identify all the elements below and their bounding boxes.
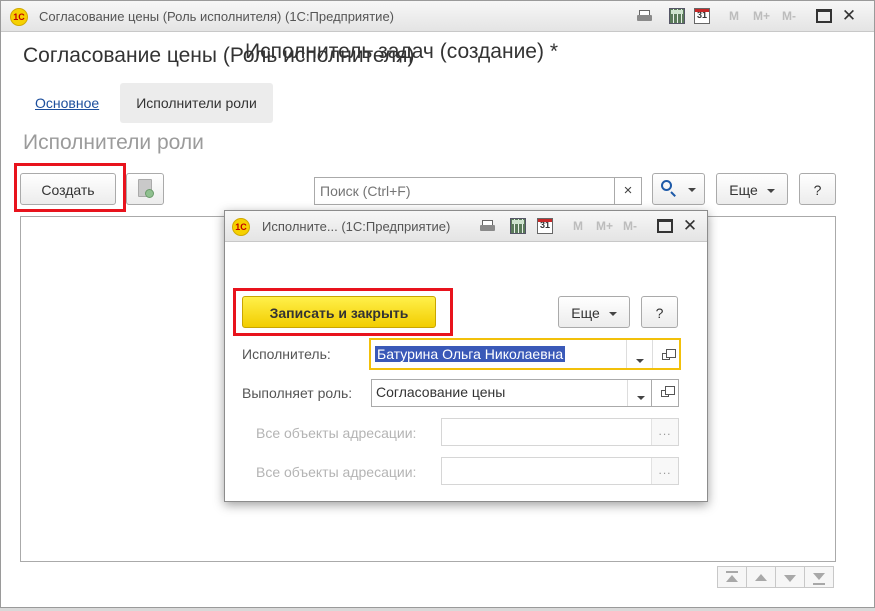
- search-clear-button[interactable]: ×: [614, 177, 642, 205]
- 1c-logo-icon: 1С: [10, 8, 28, 26]
- memory-minus-button[interactable]: M-: [623, 219, 637, 233]
- dialog-more-label: Еще: [571, 305, 600, 321]
- print-icon[interactable]: [480, 218, 496, 234]
- move-last-icon: [813, 573, 825, 580]
- chevron-down-icon: [635, 359, 644, 364]
- addressing-objects-field-2: ...: [441, 457, 679, 485]
- window-title: Согласование цены (Роль исполнителя) (1С…: [39, 9, 394, 24]
- calculator-icon[interactable]: [669, 8, 685, 24]
- move-up-button[interactable]: [746, 566, 776, 588]
- tab-role-performers[interactable]: Исполнители роли: [120, 83, 273, 123]
- move-first-icon: [726, 571, 738, 573]
- addressing-objects-label-2: Все объекты адресации:: [256, 464, 417, 480]
- role-open-button[interactable]: [651, 379, 679, 407]
- tab-main[interactable]: Основное: [35, 95, 99, 111]
- open-icon: [661, 386, 675, 397]
- move-first-button[interactable]: [717, 566, 747, 588]
- move-down-icon: [784, 575, 796, 582]
- copy-icon: [138, 179, 154, 198]
- search-icon: [661, 180, 672, 191]
- move-down-button[interactable]: [775, 566, 805, 588]
- maximize-icon[interactable]: [816, 9, 832, 23]
- memory-minus-button[interactable]: M-: [782, 9, 796, 23]
- memory-plus-button[interactable]: M+: [596, 219, 613, 233]
- role-label: Выполняет роль:: [242, 385, 353, 401]
- close-icon[interactable]: ✕: [841, 7, 857, 24]
- role-dropdown-button[interactable]: [627, 380, 653, 406]
- dialog-help-button[interactable]: ?: [641, 296, 678, 328]
- role-value: Согласование цены: [376, 384, 506, 400]
- memory-plus-button[interactable]: M+: [753, 9, 770, 23]
- move-last-button[interactable]: [804, 566, 834, 588]
- more-label: Еще: [729, 182, 758, 198]
- search-options-button[interactable]: [652, 173, 705, 205]
- main-titlebar[interactable]: 1С Согласование цены (Роль исполнителя) …: [1, 1, 874, 32]
- section-title: Исполнители роли: [23, 131, 204, 154]
- close-icon[interactable]: ✕: [682, 217, 698, 234]
- more-button[interactable]: Еще: [716, 173, 788, 205]
- performer-field[interactable]: Батурина Ольга Николаевна: [369, 338, 681, 370]
- dialog-window-title: Исполните... (1С:Предприятие): [262, 219, 451, 234]
- ellipsis-icon: ...: [651, 458, 678, 484]
- addressing-objects-label-1: Все объекты адресации:: [256, 425, 417, 441]
- save-and-close-button[interactable]: Записать и закрыть: [242, 296, 436, 328]
- dialog-heading: Исполнитель задач (создание) *: [245, 40, 558, 63]
- search-input[interactable]: [314, 177, 615, 205]
- maximize-icon[interactable]: [657, 219, 673, 233]
- create-button[interactable]: Создать: [20, 173, 116, 205]
- performer-open-button[interactable]: [652, 340, 679, 368]
- memory-m-button[interactable]: M: [729, 9, 739, 23]
- chevron-down-icon: [766, 189, 775, 194]
- 1c-logo-icon: 1С: [232, 218, 250, 236]
- calendar-icon[interactable]: 31: [694, 8, 710, 24]
- move-up-icon: [755, 574, 767, 581]
- chevron-down-icon: [636, 396, 645, 401]
- dialog-titlebar[interactable]: 1С Исполните... (1С:Предприятие) 31 M M+…: [225, 211, 707, 242]
- performer-dropdown-button[interactable]: [626, 340, 652, 368]
- memory-m-button[interactable]: M: [573, 219, 583, 233]
- role-field[interactable]: Согласование цены: [371, 379, 654, 407]
- addressing-objects-field-1: ...: [441, 418, 679, 446]
- dialog-more-button[interactable]: Еще: [558, 296, 630, 328]
- performer-label: Исполнитель:: [242, 346, 331, 362]
- chevron-down-icon: [688, 188, 696, 192]
- help-button[interactable]: ?: [799, 173, 836, 205]
- calculator-icon[interactable]: [510, 218, 526, 234]
- open-icon: [662, 349, 676, 360]
- chevron-down-icon: [608, 312, 617, 317]
- ellipsis-icon: ...: [651, 419, 678, 445]
- calendar-icon[interactable]: 31: [537, 218, 553, 234]
- performer-value: Батурина Ольга Николаевна: [375, 346, 566, 362]
- print-icon[interactable]: [637, 8, 653, 24]
